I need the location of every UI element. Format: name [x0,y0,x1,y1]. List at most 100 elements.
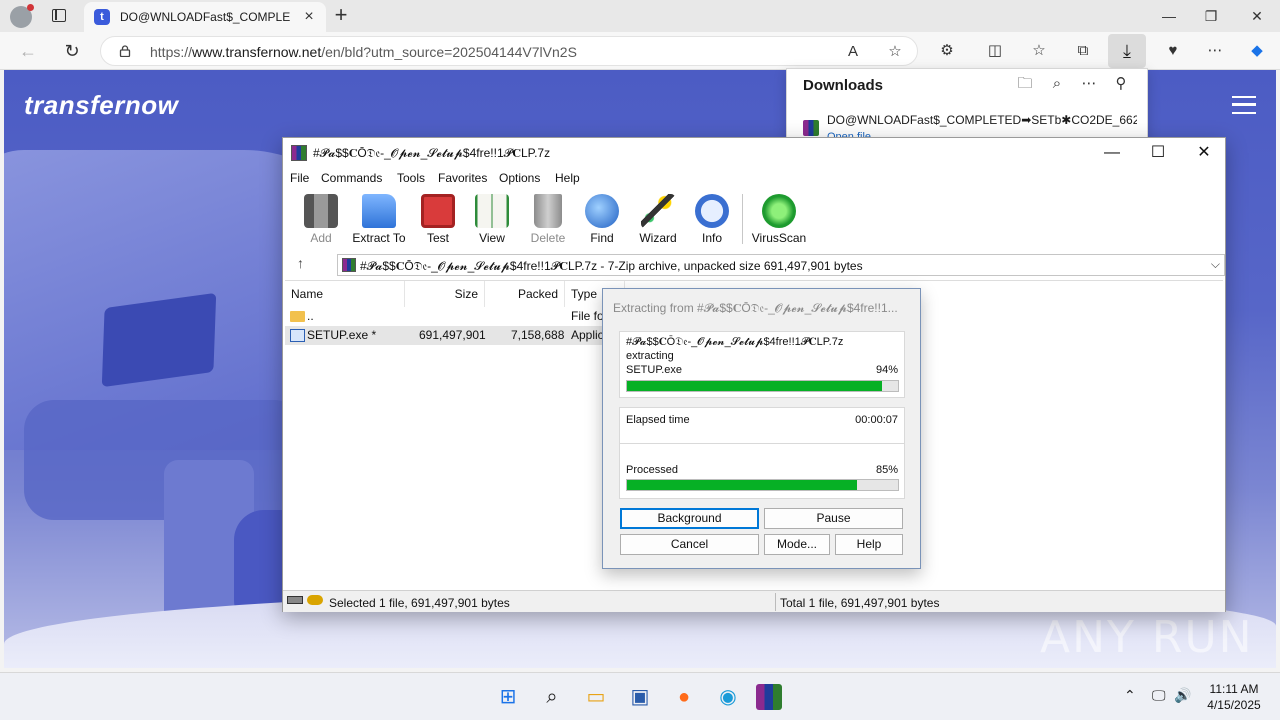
copilot-icon[interactable]: ◆ [1246,41,1268,61]
start-windows-icon[interactable]: ⊞ [492,681,524,713]
downloads-icon[interactable]: ⤓ [1108,34,1146,68]
winrar-close-button[interactable]: ✕ [1181,141,1227,165]
transfernow-favicon-icon: t [94,9,110,25]
minimize-button[interactable]: — [1146,4,1192,28]
download-item-name[interactable]: DO@WNLOADFast$_COMPLETED➡SETb✱CO2DE_6623… [827,113,1137,127]
winrar-menubar: File Commands Tools Favorites Options He… [283,168,1225,188]
list-item[interactable]: SETUP.exe * 691,497,901 7,158,688 Applic [285,326,615,345]
bug-icon [762,194,796,228]
more-menu-icon[interactable]: ⋯ [1204,41,1226,61]
column-size[interactable]: Size [405,281,485,307]
status-total: Total 1 file, 691,497,901 bytes [780,596,940,610]
tool-extract-to-button[interactable]: Extract To [351,192,407,246]
archive-path-dropdown[interactable]: #𝓟𝓪$$𝐂Ō𝔇𝔢-_𝓞𝓹𝓮𝓷_𝓢𝓮𝓽𝓾𝓹$4fre!!1𝓟𝐂LP.7z - 7… [337,254,1225,276]
archive-path-text: #𝓟𝓪$$𝐂Ō𝔇𝔢-_𝓞𝓹𝓮𝓷_𝓢𝓮𝓽𝓾𝓹$4fre!!1𝓟𝐂LP.7z - 7… [360,259,863,273]
address-toolbar: ← ↻ https://www.transfernow.net/en/bld?u… [0,32,1280,70]
background-button[interactable]: Background [620,508,759,529]
collections-icon[interactable]: ⧉ [1072,41,1094,61]
tab-close-icon[interactable]: × [300,8,318,26]
pin-icon[interactable]: ⚲ [1111,75,1131,93]
volume-icon[interactable]: 🔊 [1174,687,1191,704]
trash-icon [534,194,562,228]
cancel-button[interactable]: Cancel [620,534,759,555]
close-window-button[interactable]: ✕ [1234,4,1280,28]
total-progress-fill [627,480,858,490]
winrar-title: #𝓟𝓪$$𝐂Ō𝔇𝔢-_𝓞𝓹𝓮𝓷_𝓢𝓮𝓽𝓾𝓹$4fre!!1𝓟𝐂LP.7z [313,146,551,160]
up-folder-icon[interactable]: ↑ [297,255,304,271]
lock-icon [119,45,131,57]
extract-folder-icon [362,194,396,228]
help-button[interactable]: Help [835,534,903,555]
tray-chevron-icon[interactable]: ⌃ [1124,687,1136,704]
menu-favorites[interactable]: Favorites [438,171,487,185]
browser-tab-bar: t DO@WNLOADFast$_COMPLETED... × + — ❐ ✕ [0,0,1280,32]
clock-date: 4/15/2025 [1207,698,1261,712]
tool-virusscan-button[interactable]: VirusScan [751,192,807,246]
menu-tools[interactable]: Tools [397,171,425,185]
view-book-icon [475,194,509,228]
dialog-title: Extracting from #𝓟𝓪$$𝐂Ō𝔇𝔢-_𝓞𝓹𝓮𝓷_𝓢𝓮𝓽𝓾𝓹$4f… [613,301,898,315]
test-clipboard-icon [421,194,455,228]
processed-percent: 85% [875,464,898,476]
tool-view-button[interactable]: View [464,192,520,246]
store-icon[interactable]: ▣ [624,681,656,713]
tab-title: DO@WNLOADFast$_COMPLETED... [120,10,290,24]
more-options-icon[interactable]: ⋯ [1079,75,1099,93]
key-icon[interactable] [307,595,323,605]
tool-add-button[interactable]: Add [293,192,349,246]
winrar-app-icon [291,145,307,161]
edge-icon[interactable]: ◉ [712,681,744,713]
extensions-icon[interactable]: ⚙ [936,41,958,61]
menu-commands[interactable]: Commands [321,171,382,185]
file-explorer-icon[interactable]: ▭ [580,681,612,713]
list-item[interactable]: .. File fo [285,307,615,326]
chevron-down-icon[interactable]: ⌵ [1211,257,1220,272]
hamburger-menu-icon[interactable] [1232,96,1256,114]
search-icon[interactable]: ⌕ [536,681,568,713]
path-bar: ↑ #𝓟𝓪$$𝐂Ō𝔇𝔢-_𝓞𝓹𝓮𝓷_𝓢𝓮𝓽𝓾𝓹$4fre!!1𝓟𝐂LP.7z -… [283,252,1225,276]
browser-tab-active[interactable]: t DO@WNLOADFast$_COMPLETED... × [84,2,326,32]
tool-info-button[interactable]: Info [684,192,740,246]
mode-button[interactable]: Mode... [764,534,830,555]
browser-essentials-icon[interactable]: ♥ [1162,41,1184,61]
menu-help[interactable]: Help [555,171,580,185]
open-folder-icon[interactable]: 🗀 [1015,75,1035,93]
downloads-title: Downloads [803,77,884,94]
menu-options[interactable]: Options [499,171,540,185]
split-screen-icon[interactable]: ◫ [984,41,1006,61]
transfernow-logo[interactable]: transfernow [24,90,178,121]
search-icon[interactable]: ⌕ [1047,75,1067,93]
column-packed[interactable]: Packed [485,281,565,307]
restore-button[interactable]: ❐ [1188,4,1234,28]
action-text: extracting [626,350,674,362]
favorites-icon[interactable]: ☆ [1028,41,1050,61]
folder-up-icon [290,311,305,322]
info-icon [695,194,729,228]
status-divider [775,593,776,611]
new-tab-button[interactable]: + [330,4,352,26]
favorite-star-icon[interactable]: ☆ [885,43,905,61]
column-name[interactable]: Name [285,281,405,307]
totals-panel: Elapsed time 00:00:07 Processed 85% [619,407,905,499]
clock-time: 11:11 AM [1209,682,1259,696]
winrar-minimize-button[interactable]: — [1089,141,1135,165]
downloads-panel: Downloads 🗀 ⌕ ⋯ ⚲ DO@WNLOADFast$_COMPLET… [786,68,1148,140]
back-arrow-icon[interactable]: ← [16,40,40,62]
firefox-icon[interactable]: ● [668,681,700,713]
address-bar[interactable]: https://www.transfernow.net/en/bld?utm_s… [100,36,918,66]
profile-avatar-icon[interactable] [10,4,34,28]
winrar-taskbar-icon[interactable] [756,684,782,710]
drive-icon[interactable] [287,596,303,604]
add-archive-icon [304,194,338,228]
tool-find-button[interactable]: Find [574,192,630,246]
winrar-maximize-button[interactable]: ☐ [1135,141,1181,165]
read-aloud-icon[interactable]: A [843,43,863,61]
system-clock[interactable]: 11:11 AM 4/15/2025 [1196,681,1272,713]
anyrun-watermark: ANY RUN [1040,612,1254,663]
archive-name: #𝓟𝓪$$𝐂Ō𝔇𝔢-_𝓞𝓹𝓮𝓷_𝓢𝓮𝓽𝓾𝓹$4fre!!1𝓟𝐂LP.7z [626,336,844,348]
refresh-icon[interactable]: ↻ [60,40,84,62]
pause-button[interactable]: Pause [764,508,903,529]
tab-actions-icon[interactable] [52,9,66,22]
network-icon[interactable]: 🖵 [1152,687,1166,704]
menu-file[interactable]: File [290,171,309,185]
